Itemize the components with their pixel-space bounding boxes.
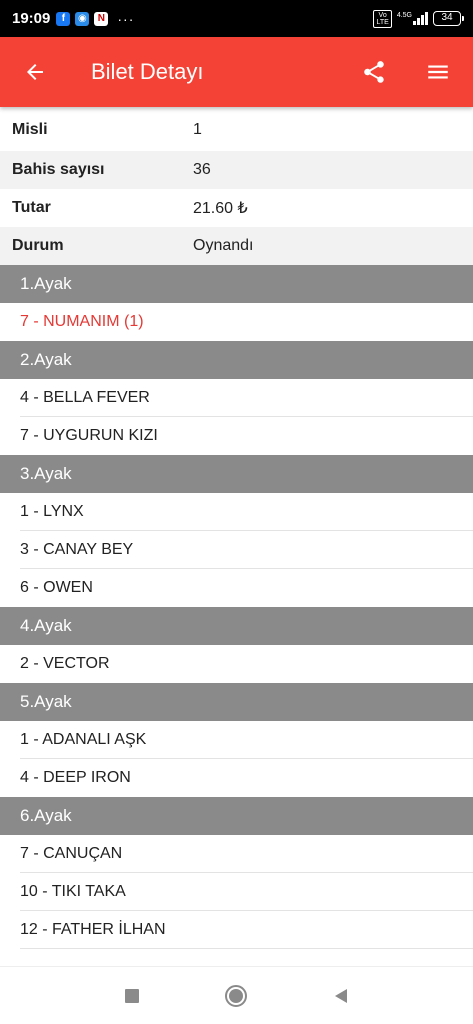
network-type-label: 4.5G [396, 12, 412, 19]
back-triangle-icon [334, 988, 347, 1003]
runner-item: 7 - UYGURUN KIZI [20, 427, 158, 444]
info-value: 36 [193, 161, 211, 178]
info-label: Bahis sayısı [12, 161, 105, 178]
info-label: Tutar [12, 199, 51, 216]
home-button[interactable] [216, 976, 256, 1016]
runner-item: 6 - OWEN [20, 579, 93, 596]
home-circle-icon [225, 984, 248, 1007]
status-bar: 19:09 f ◉ N ··· Vo LTE 4.5G 34 [0, 0, 473, 37]
ticket-detail-content[interactable]: Misli 1 Bahis sayısı 36 Tutar 21.60 ₺ Du… [0, 107, 473, 963]
nav-back-button[interactable] [321, 976, 361, 1016]
app-bar: Bilet Detayı [0, 37, 473, 107]
runner-item: 4 - BELLA FEVER [0, 379, 473, 417]
runner-item: 1 - ADANALI AŞK [0, 721, 473, 759]
leg-1: 1.Ayak 7 - NUMANIM (1) [0, 265, 473, 341]
runner-item: 10 - TIKI TAKA [0, 873, 473, 911]
info-row-durum: Durum Oynandı [0, 227, 473, 265]
info-value: Oynandı [193, 237, 254, 254]
leg-header: 3.Ayak [0, 455, 473, 493]
leg-header: 2.Ayak [0, 341, 473, 379]
leg-6: 6.Ayak 7 - CANUÇAN 10 - TIKI TAKA 12 - F… [0, 797, 473, 949]
runner-item: 7 - CANUÇAN [0, 835, 473, 873]
battery-level: 34 [441, 12, 453, 23]
info-label: Durum [12, 237, 64, 254]
info-row-misli: Misli 1 [0, 107, 473, 151]
share-button[interactable] [345, 37, 403, 107]
recents-button[interactable] [112, 976, 152, 1016]
battery-icon: 34 [433, 11, 464, 26]
runner-item: 1 - LYNX [0, 493, 473, 531]
info-label: Misli [12, 121, 48, 138]
menu-icon [428, 65, 448, 79]
info-value: 21.60 ₺ [193, 200, 248, 217]
game-controller-icon: ◉ [75, 11, 90, 26]
leg-2: 2.Ayak 4 - BELLA FEVER 7 - UYGURUN KIZI [0, 341, 473, 455]
leg-header: 5.Ayak [0, 683, 473, 721]
volte-icon: Vo LTE [373, 9, 392, 28]
page-title: Bilet Detayı [91, 59, 204, 84]
runner-item: 7 - NUMANIM (1) [20, 313, 144, 330]
menu-button[interactable] [403, 37, 473, 107]
leg-header: 1.Ayak [0, 265, 473, 303]
info-value: 1 [193, 121, 202, 138]
leg-header: 6.Ayak [0, 797, 473, 835]
news-app-icon: N [94, 11, 109, 26]
recents-square-icon [125, 988, 140, 1003]
more-notifications-icon: ··· [117, 10, 135, 27]
back-arrow-icon [27, 64, 43, 80]
leg-header: 4.Ayak [0, 607, 473, 645]
system-nav-bar [0, 966, 473, 1024]
share-icon [364, 61, 384, 83]
leg-5: 5.Ayak 1 - ADANALI AŞK 4 - DEEP IRON [0, 683, 473, 797]
leg-3: 3.Ayak 1 - LYNX 3 - CANAY BEY 6 - OWEN [0, 455, 473, 607]
runner-item: 12 - FATHER İLHAN [0, 911, 473, 949]
leg-4: 4.Ayak 2 - VECTOR [0, 607, 473, 683]
runner-item: 3 - CANAY BEY [0, 531, 473, 569]
info-row-bahis-sayisi: Bahis sayısı 36 [0, 151, 473, 189]
back-button[interactable] [0, 37, 70, 107]
info-row-tutar: Tutar 21.60 ₺ [0, 189, 473, 227]
ticket-info: Misli 1 Bahis sayısı 36 Tutar 21.60 ₺ Du… [0, 107, 473, 265]
signal-icon: 4.5G [397, 12, 428, 25]
runner-item: 4 - DEEP IRON [20, 769, 131, 786]
status-time: 19:09 [12, 10, 51, 27]
runner-item: 2 - VECTOR [20, 655, 110, 672]
facebook-icon: f [56, 11, 71, 26]
